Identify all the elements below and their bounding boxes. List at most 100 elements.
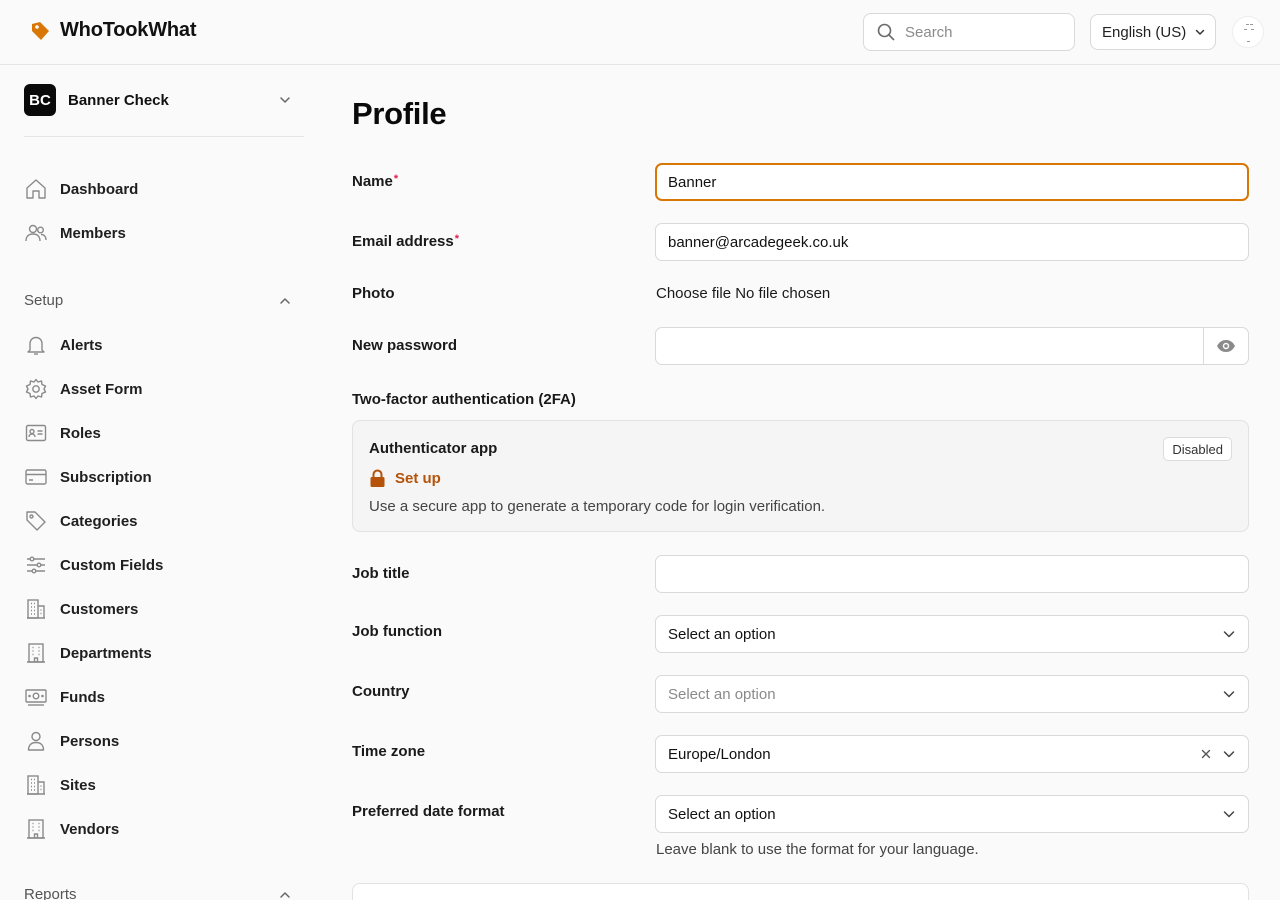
date-format-label: Preferred date format — [352, 803, 505, 820]
tag-icon — [32, 21, 49, 40]
timezone-label: Time zone — [352, 743, 426, 760]
sidebar-item-members[interactable]: Members — [24, 216, 304, 250]
timezone-value: Europe/London — [668, 745, 771, 763]
org-switcher[interactable]: BC Banner Check — [24, 84, 304, 116]
sidebar: BC Banner Check Dashboard Members Setup … — [0, 65, 328, 900]
tfa-card: Authenticator app Disabled Set up Use a … — [352, 420, 1249, 532]
top-bar: WhoTookWhat English (US) — [0, 0, 1280, 65]
chevron-up-icon — [280, 297, 290, 304]
country-placeholder: Select an option — [668, 685, 776, 703]
sidebar-item-sites[interactable]: Sites — [24, 768, 304, 802]
job-title-field[interactable] — [655, 555, 1249, 593]
sidebar-item-customers[interactable]: Customers — [24, 592, 304, 626]
sidebar-item-label: Vendors — [60, 820, 120, 838]
chevron-down-icon — [1223, 691, 1235, 698]
sidebar-item-subscription[interactable]: Subscription — [24, 460, 304, 494]
users-icon — [25, 224, 47, 242]
tfa-card-title: Authenticator app — [369, 440, 498, 457]
chevron-down-icon — [280, 97, 290, 103]
sidebar-item-label: Customers — [60, 600, 139, 618]
password-field[interactable] — [655, 327, 1249, 365]
email-field[interactable] — [655, 223, 1249, 261]
sidebar-item-label: Dashboard — [60, 180, 139, 198]
building-icon — [27, 819, 45, 839]
user-icon — [27, 731, 45, 751]
job-function-value: Select an option — [668, 625, 776, 643]
search-box[interactable] — [863, 13, 1075, 51]
bell-icon — [27, 336, 45, 355]
sidebar-item-departments[interactable]: Departments — [24, 636, 304, 670]
email-input[interactable] — [668, 233, 1236, 251]
app-logo[interactable]: WhoTookWhat — [30, 19, 196, 42]
sidebar-item-alerts[interactable]: Alerts — [24, 328, 304, 362]
email-label: Email address* — [352, 233, 459, 250]
language-select[interactable]: English (US) — [1090, 14, 1216, 50]
date-format-help: Leave blank to use the format for your l… — [656, 841, 979, 858]
section-reports[interactable]: Reports — [24, 886, 304, 900]
sidebar-divider — [24, 136, 304, 137]
job-function-select[interactable]: Select an option — [655, 615, 1249, 653]
chevron-down-icon — [1195, 29, 1205, 35]
next-section-card — [352, 883, 1249, 900]
sidebar-item-label: Subscription — [60, 468, 152, 486]
status-badge: Disabled — [1163, 437, 1232, 461]
sidebar-item-label: Funds — [60, 688, 105, 706]
user-avatar[interactable] — [1232, 16, 1264, 48]
name-input[interactable] — [668, 173, 1236, 191]
building-icon — [27, 775, 45, 795]
page-title: Profile — [352, 96, 447, 131]
required-marker: * — [454, 233, 459, 245]
gear-icon — [25, 378, 47, 400]
name-field[interactable] — [655, 163, 1249, 201]
sidebar-item-funds[interactable]: Funds — [24, 680, 304, 714]
photo-file-input[interactable]: Choose file No file chosen — [656, 285, 830, 302]
building-icon — [27, 643, 45, 663]
chevron-down-icon — [1223, 631, 1235, 638]
sidebar-item-label: Roles — [60, 424, 101, 442]
sidebar-item-custom-fields[interactable]: Custom Fields — [24, 548, 304, 582]
password-input[interactable] — [656, 328, 1203, 364]
section-setup[interactable]: Setup — [24, 292, 304, 309]
section-reports-label: Reports — [24, 886, 77, 900]
job-title-input[interactable] — [668, 565, 1236, 583]
clear-icon[interactable] — [1200, 748, 1212, 760]
org-avatar: BC — [24, 84, 56, 116]
chevron-up-icon — [280, 891, 290, 898]
eye-icon — [1217, 340, 1235, 352]
sidebar-item-asset-form[interactable]: Asset Form — [24, 372, 304, 406]
language-value: English (US) — [1102, 23, 1187, 41]
app-name: WhoTookWhat — [60, 19, 197, 41]
sidebar-item-persons[interactable]: Persons — [24, 724, 304, 758]
name-label-text: Name — [352, 173, 393, 190]
sidebar-item-dashboard[interactable]: Dashboard — [24, 172, 304, 206]
toggle-password-visibility[interactable] — [1203, 328, 1248, 364]
sidebar-item-roles[interactable]: Roles — [24, 416, 304, 450]
job-title-label: Job title — [352, 565, 410, 582]
date-format-select[interactable]: Select an option — [655, 795, 1249, 833]
country-label: Country — [352, 683, 410, 700]
sidebar-item-label: Sites — [60, 776, 96, 794]
chevron-down-icon — [1223, 751, 1235, 758]
chevron-down-icon — [1223, 811, 1235, 818]
building-icon — [27, 599, 45, 619]
date-format-value: Select an option — [668, 805, 776, 823]
sidebar-item-label: Persons — [60, 732, 120, 750]
sidebar-item-categories[interactable]: Categories — [24, 504, 304, 538]
sliders-icon — [27, 556, 45, 574]
sidebar-item-label: Members — [60, 224, 126, 242]
home-icon — [26, 179, 46, 199]
timezone-select[interactable]: Europe/London — [655, 735, 1249, 773]
sidebar-item-vendors[interactable]: Vendors — [24, 812, 304, 846]
tag-icon — [26, 511, 46, 531]
password-label: New password — [352, 337, 458, 354]
country-select[interactable]: Select an option — [655, 675, 1249, 713]
photo-label: Photo — [352, 285, 395, 302]
tfa-setup-link[interactable]: Set up — [369, 469, 441, 488]
lock-icon — [370, 469, 385, 487]
search-input[interactable] — [905, 23, 1055, 41]
file-status: No file chosen — [735, 285, 831, 302]
sidebar-item-label: Alerts — [60, 336, 103, 354]
sidebar-item-label: Asset Form — [60, 380, 143, 398]
choose-file-button[interactable]: Choose file — [656, 285, 731, 302]
banknote-icon — [25, 689, 47, 706]
